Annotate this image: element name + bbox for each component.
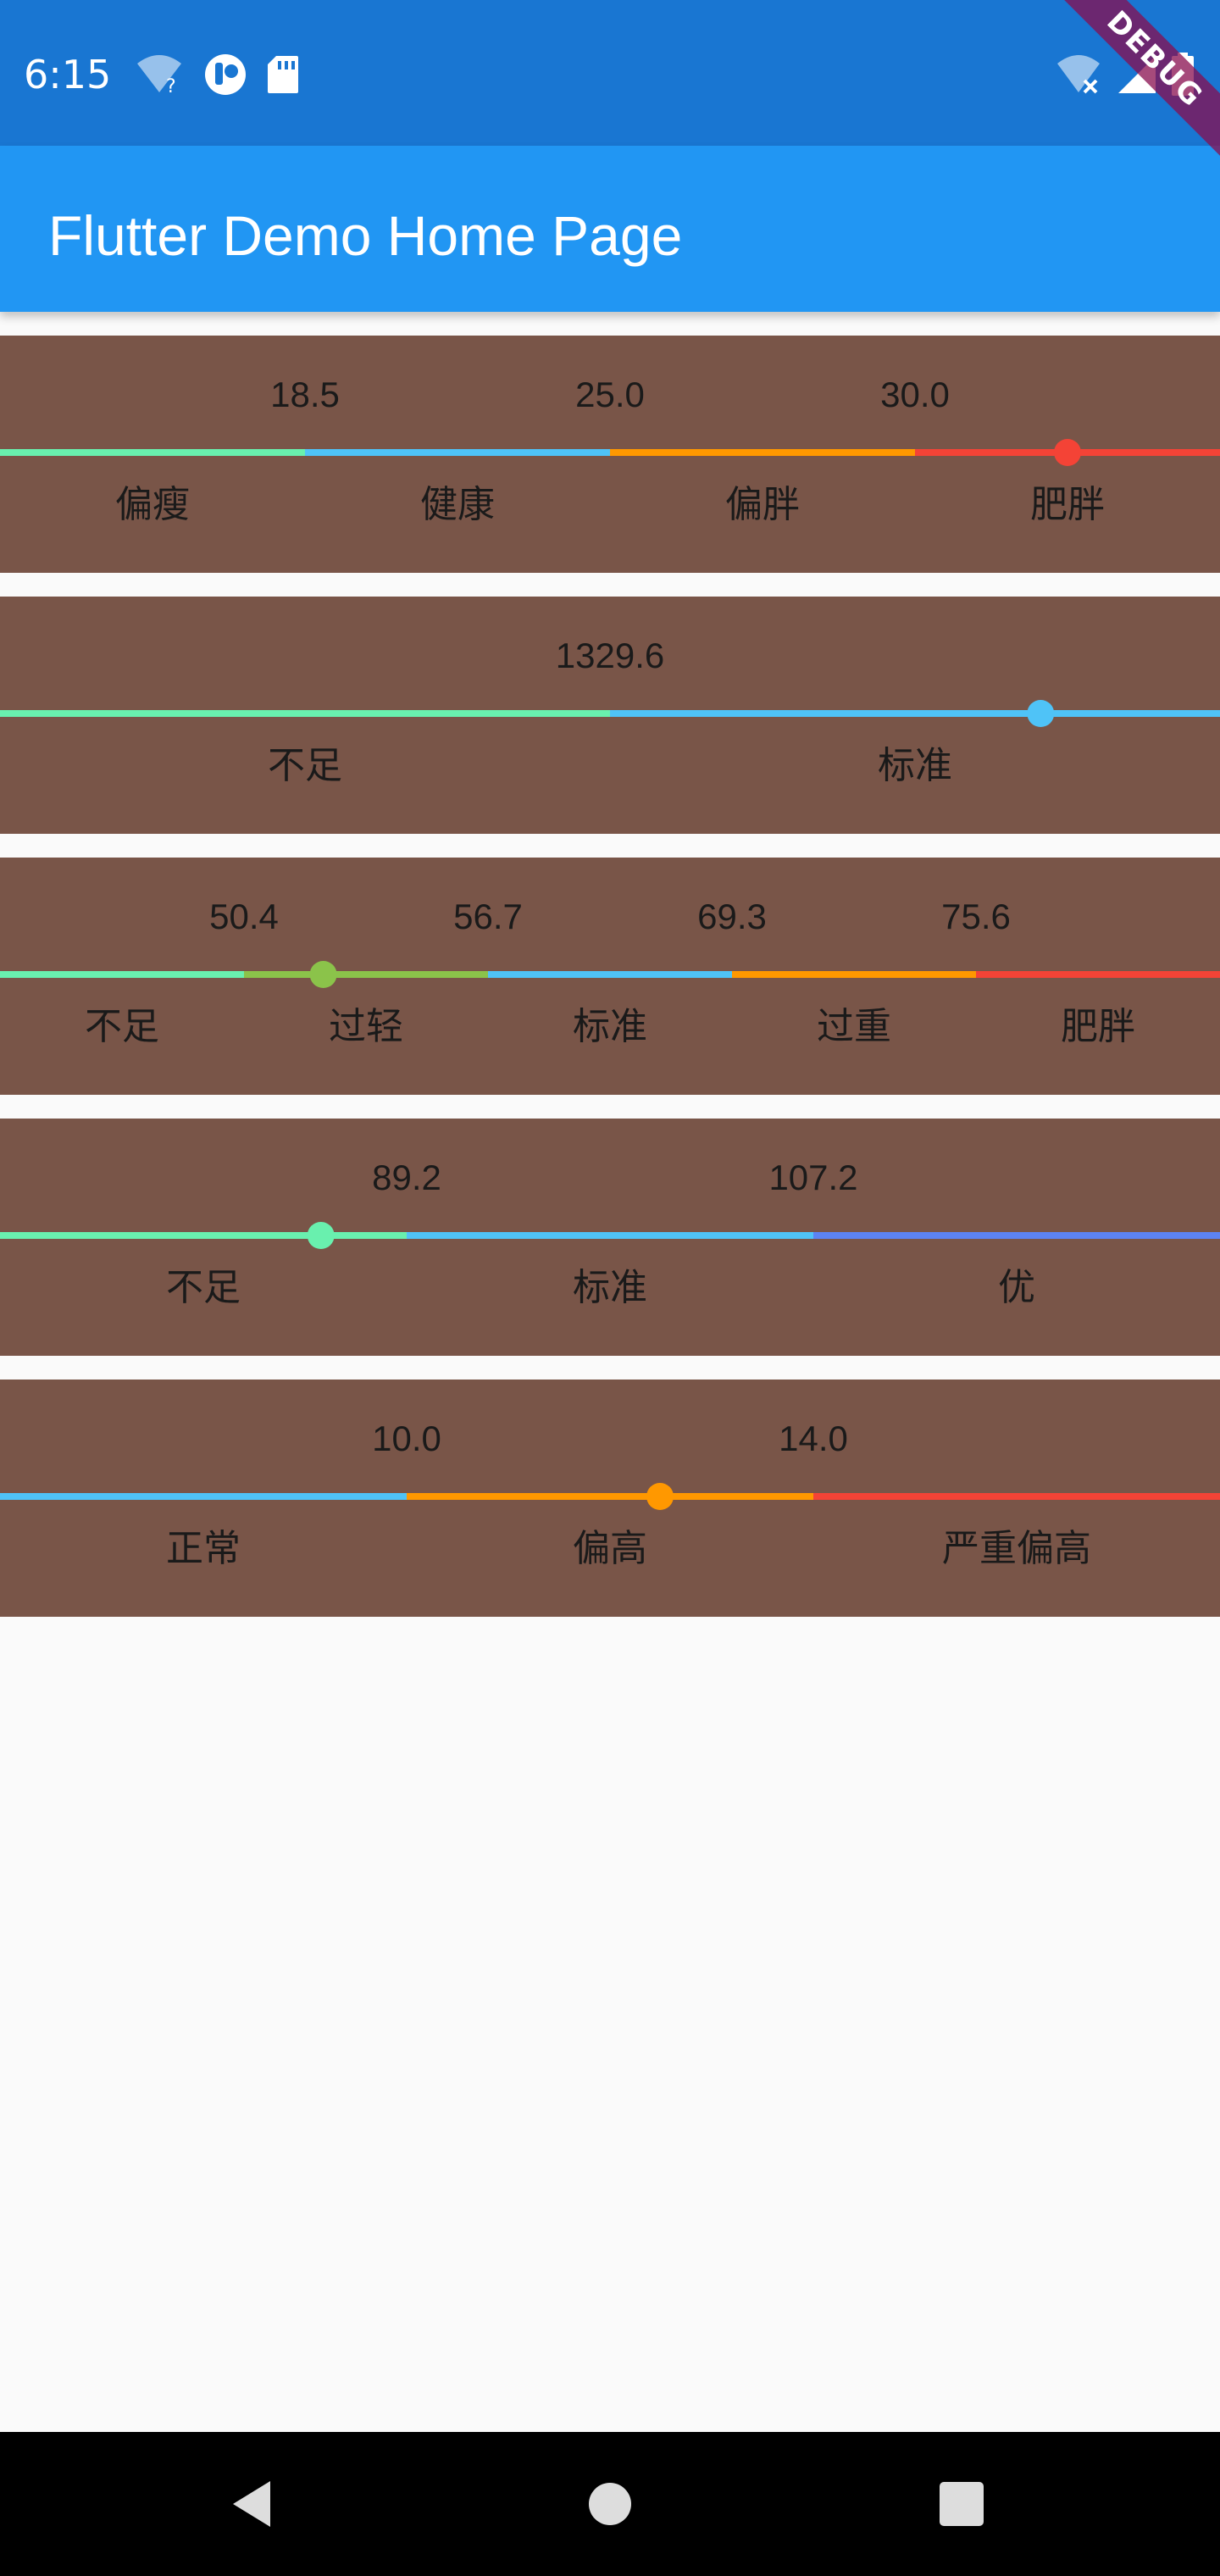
scale-segment	[0, 971, 245, 978]
scale-segment	[813, 1232, 1220, 1239]
status-time: 6:15	[24, 52, 112, 97]
category-label: 健康	[420, 483, 495, 526]
threshold-label: 14.0	[779, 1418, 848, 1458]
status-icons-right	[1054, 49, 1195, 100]
category-label: 肥胖	[1030, 483, 1105, 526]
threshold-label: 69.3	[697, 897, 767, 936]
navigation-bar	[0, 2432, 1220, 2576]
scale-segment	[976, 971, 1220, 978]
sd-card-icon	[268, 56, 298, 93]
threshold-label: 56.7	[453, 897, 523, 936]
indicator-card: 10.0 14.0 正常 偏高 严重偏高	[0, 1380, 1220, 1617]
scale-segment	[732, 971, 977, 978]
indicator-card: 1329.6 不足 标准	[0, 597, 1220, 834]
category-label: 严重偏高	[942, 1527, 1091, 1570]
threshold-label: 50.4	[209, 897, 279, 936]
indicator-card: 18.5 25.0 30.0 偏瘦 健康 偏胖 肥胖	[0, 336, 1220, 573]
indicator-scale: 1329.6 不足 标准	[0, 636, 1220, 787]
value-indicator-dot	[1054, 439, 1081, 466]
scale-segment	[244, 971, 489, 978]
threshold-label: 30.0	[880, 375, 950, 414]
back-icon[interactable]	[225, 2474, 284, 2534]
scale-segment	[813, 1493, 1220, 1500]
indicator-scale: 50.4 56.7 69.3 75.6 不足 过轻 标准 过重 肥胖	[0, 897, 1220, 1048]
scale-segment	[488, 971, 733, 978]
value-indicator-dot	[1027, 700, 1055, 727]
indicator-scale: 10.0 14.0 正常 偏高 严重偏高	[0, 1418, 1220, 1570]
threshold-label: 107.2	[768, 1158, 857, 1197]
indicator-scale: 89.2 107.2 不足 标准 优	[0, 1158, 1220, 1309]
category-label: 偏胖	[725, 483, 800, 526]
scale-segment	[0, 449, 306, 456]
status-icons-left: ?	[134, 49, 300, 100]
battery-icon	[1172, 53, 1194, 96]
indicator-card: 89.2 107.2 不足 标准 优	[0, 1119, 1220, 1356]
threshold-label: 75.6	[941, 897, 1011, 936]
category-label: 偏高	[573, 1527, 647, 1570]
category-label: 优	[998, 1266, 1035, 1309]
category-label: 不足	[166, 1266, 241, 1309]
scale-segment	[0, 1232, 408, 1239]
category-label: 偏瘦	[115, 483, 190, 526]
threshold-label: 10.0	[372, 1418, 441, 1458]
indicator-card: 50.4 56.7 69.3 75.6 不足 过轻 标准 过重 肥胖	[0, 858, 1220, 1095]
category-label: 标准	[878, 744, 952, 787]
indicator-scale: 18.5 25.0 30.0 偏瘦 健康 偏胖 肥胖	[0, 375, 1220, 526]
app-bar: Flutter Demo Home Page	[0, 146, 1220, 312]
wifi-question-icon: ?	[137, 55, 181, 96]
category-label: 标准	[573, 1005, 647, 1048]
scale-segment	[610, 449, 916, 456]
scale-segment	[0, 1493, 408, 1500]
value-indicator-dot	[307, 1222, 335, 1249]
threshold-label: 18.5	[270, 375, 340, 414]
category-label: 不足	[268, 744, 342, 787]
status-bar: 6:15 ?	[0, 0, 1220, 146]
app-badge-icon	[205, 54, 246, 95]
svg-text:?: ?	[166, 76, 176, 96]
home-icon[interactable]	[580, 2474, 640, 2534]
threshold-label: 1329.6	[556, 636, 664, 675]
category-label: 过重	[817, 1005, 891, 1048]
category-label: 标准	[573, 1266, 647, 1309]
category-label: 不足	[85, 1005, 159, 1048]
signal-icon	[1118, 56, 1156, 93]
wifi-off-icon	[1057, 55, 1100, 94]
category-label: 正常	[166, 1527, 241, 1570]
page-title: Flutter Demo Home Page	[48, 204, 683, 267]
scale-segment	[0, 710, 611, 717]
category-label: 肥胖	[1061, 1005, 1135, 1048]
scale-segment	[407, 1232, 814, 1239]
value-indicator-dot	[646, 1483, 674, 1510]
threshold-label: 25.0	[575, 375, 645, 414]
recents-icon[interactable]	[932, 2474, 991, 2534]
category-label: 过轻	[329, 1005, 403, 1048]
scale-segment	[305, 449, 611, 456]
threshold-label: 89.2	[372, 1158, 441, 1197]
value-indicator-dot	[309, 961, 337, 988]
scale-segment	[610, 710, 1220, 717]
scale-segment	[407, 1493, 814, 1500]
